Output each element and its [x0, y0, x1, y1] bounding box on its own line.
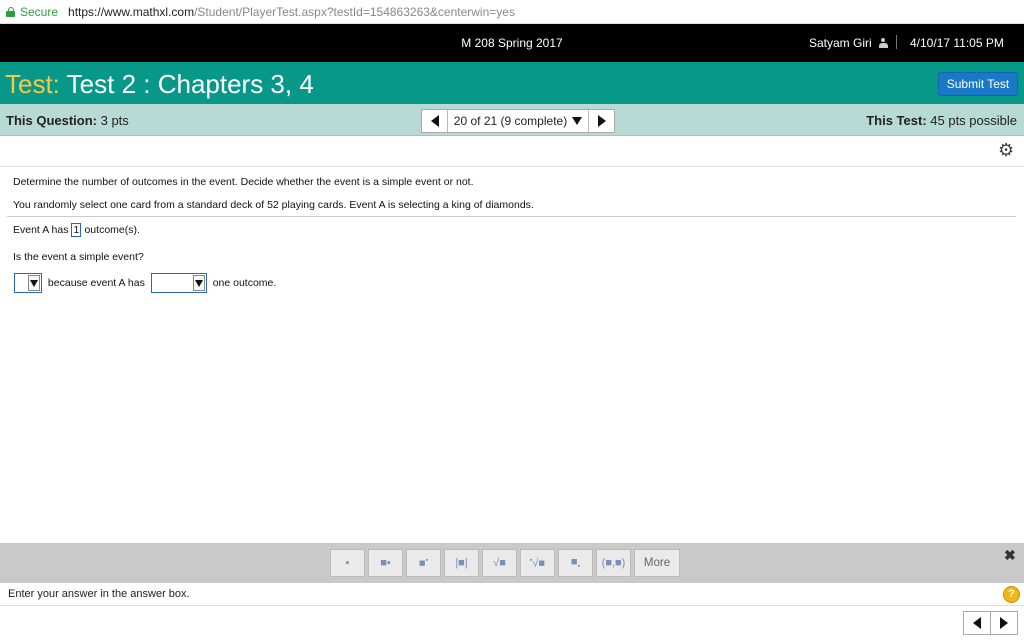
submit-test-button[interactable]: Submit Test — [938, 72, 1018, 96]
absolute-value-tool-button[interactable]: |■| — [444, 549, 479, 577]
user-name[interactable]: Satyam Giri — [809, 36, 872, 50]
bottom-pager — [963, 611, 1018, 635]
status-message: Enter your answer in the answer box. — [8, 588, 190, 600]
url-path[interactable]: /Student/PlayerTest.aspx?testId=15486326… — [194, 5, 515, 19]
question-progress: 20 of 21 (9 complete) — [453, 114, 568, 128]
subscript-tool-button[interactable]: ■▪ — [558, 549, 593, 577]
user-info[interactable]: Satyam Giri — [809, 36, 888, 50]
this-test-value: 45 pts possible — [926, 113, 1017, 128]
previous-question-button[interactable] — [422, 110, 448, 132]
question-instruction: Determine the number of outcomes in the … — [13, 176, 474, 188]
nth-root-tool-button[interactable]: ▪√■ — [520, 549, 555, 577]
event-suffix: outcome(s). — [84, 223, 140, 236]
ordered-pair-tool-button[interactable]: (■,■) — [596, 549, 631, 577]
simple-event-prompt: Is the event a simple event? — [13, 251, 144, 263]
this-question-value: 3 pts — [97, 113, 129, 128]
because-text: because event A has — [47, 276, 145, 289]
nth-root-icon: ▪√■ — [529, 556, 546, 570]
test-name: Test 2 : Chapters 3, 4 — [59, 69, 314, 99]
datetime: 4/10/17 11:05 PM — [910, 36, 1004, 50]
question-navigator: 20 of 21 (9 complete) — [421, 109, 615, 133]
exponent-tool-button[interactable]: ■▪ — [406, 549, 441, 577]
math-toolbar: ▪ ■▪ ■▪ |■| √■ ▪√■ ■▪ (■,■) More ✖ — [0, 543, 1024, 583]
lock-icon — [6, 6, 15, 17]
question-info-bar: This Question: 3 pts 20 of 21 (9 complet… — [0, 104, 1024, 136]
user-icon[interactable] — [878, 38, 888, 48]
pager-next-button[interactable] — [990, 612, 1017, 634]
status-bar: Enter your answer in the answer box. ? — [0, 583, 1024, 606]
divider — [7, 216, 1016, 217]
mixed-number-tool-button[interactable]: ■▪ — [368, 549, 403, 577]
outcomes-answer-box[interactable]: 1 — [71, 223, 82, 237]
triangle-down-icon — [572, 117, 583, 125]
simple-event-dropdown[interactable] — [14, 273, 42, 293]
mixed-number-icon: ■▪ — [380, 557, 391, 569]
square-root-tool-button[interactable]: √■ — [482, 549, 517, 577]
triangle-left-icon — [430, 115, 439, 127]
next-question-button[interactable] — [588, 110, 614, 132]
chevron-down-icon — [192, 275, 205, 291]
question-scenario: You randomly select one card from a stan… — [13, 199, 534, 211]
simple-event-row: because event A has one outcome. — [14, 273, 276, 293]
secure-label: Secure — [20, 4, 59, 19]
triangle-left-icon — [973, 617, 981, 629]
fraction-icon: ▪ — [345, 557, 350, 569]
fraction-tool-button[interactable]: ▪ — [330, 549, 365, 577]
test-label: Test: — [5, 69, 60, 99]
this-question-label: This Question: — [6, 113, 97, 128]
test-title-bar: Test: Test 2 : Chapters 3, 4 Submit Test — [0, 62, 1024, 104]
help-icon[interactable]: ? — [1003, 586, 1020, 603]
url-host[interactable]: https://www.mathxl.com — [68, 5, 194, 19]
close-icon[interactable]: ✖ — [1004, 547, 1016, 564]
subscript-icon: ■▪ — [570, 555, 581, 571]
outcome-count-dropdown[interactable] — [150, 273, 207, 293]
question-select[interactable]: 20 of 21 (9 complete) — [448, 114, 588, 128]
event-outcomes-row: Event A has 1 outcome(s). — [13, 223, 140, 237]
header-divider — [896, 35, 897, 49]
page-title: Test: Test 2 : Chapters 3, 4 — [5, 69, 314, 100]
this-test-label: This Test: — [866, 113, 927, 128]
top-header: M 208 Spring 2017 Satyam Giri 4/10/17 11… — [0, 24, 1024, 62]
event-prefix: Event A has — [13, 223, 69, 236]
gear-icon[interactable]: ⚙ — [998, 141, 1014, 159]
outcome-text: one outcome. — [212, 276, 277, 289]
more-tools-button[interactable]: More — [634, 549, 680, 577]
pager-previous-button[interactable] — [964, 612, 990, 634]
exponent-icon: ■▪ — [418, 556, 429, 570]
absolute-value-icon: |■| — [455, 557, 468, 569]
address-bar[interactable]: Secure https://www.mathxl.com/Student/Pl… — [0, 0, 1024, 24]
divider — [0, 166, 1024, 167]
ordered-pair-icon: (■,■) — [601, 557, 626, 569]
square-root-icon: √■ — [493, 557, 506, 569]
triangle-right-icon — [1000, 617, 1008, 629]
this-question-points: This Question: 3 pts — [6, 113, 129, 128]
triangle-right-icon — [597, 115, 606, 127]
this-test-points: This Test: 45 pts possible — [866, 113, 1017, 128]
chevron-down-icon — [28, 275, 40, 291]
